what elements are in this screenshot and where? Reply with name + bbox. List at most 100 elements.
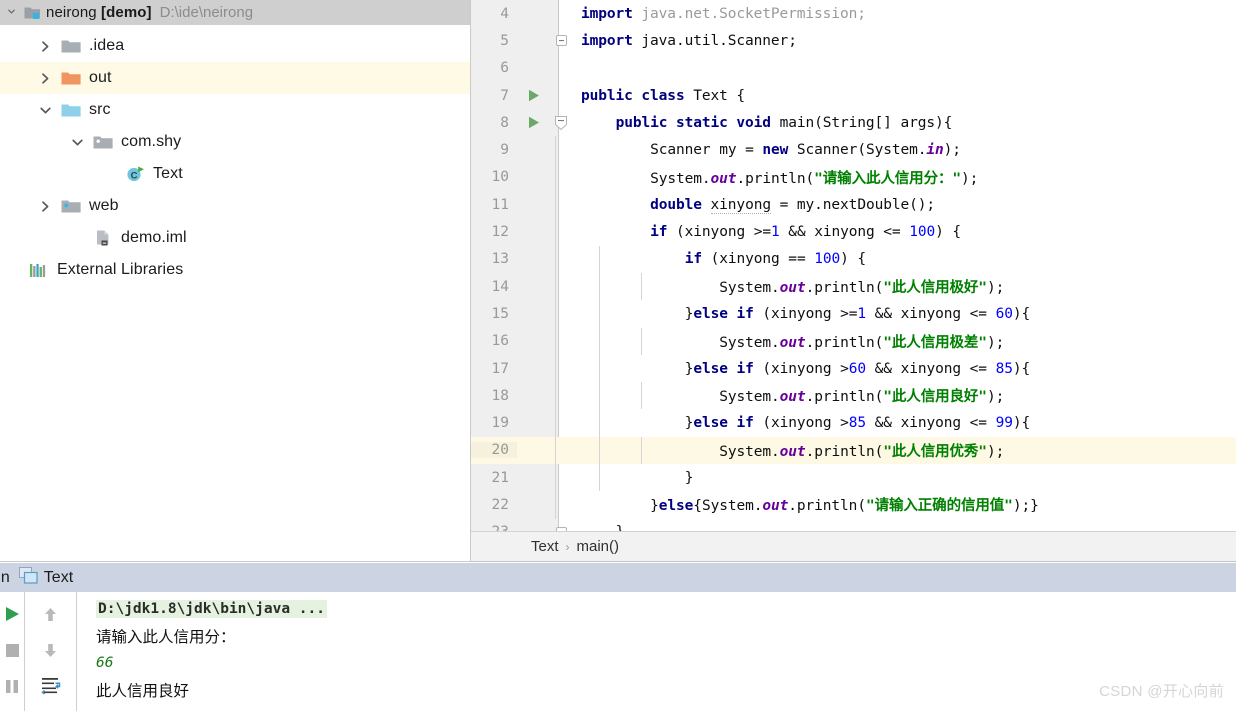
line-number[interactable]: 19 [471, 415, 517, 431]
code-line[interactable]: 7 public class Text { [471, 82, 1236, 109]
code-line[interactable]: 19 }else if (xinyong >85 && xinyong <= 9… [471, 409, 1236, 437]
fold-placeholder [550, 382, 572, 409]
code-text[interactable]: if (xinyong == 100) { [572, 251, 866, 267]
chevron-right-icon[interactable] [32, 62, 58, 94]
code-line[interactable]: 9 Scanner my = new Scanner(System.in); [471, 136, 1236, 164]
code-line[interactable]: 12 if (xinyong >=1 && xinyong <= 100) { [471, 218, 1236, 246]
code-text[interactable]: }else if (xinyong >85 && xinyong <= 99){ [572, 415, 1031, 431]
chevron-right-icon[interactable] [32, 190, 58, 222]
fold-placeholder [550, 136, 572, 163]
code-text[interactable]: System.out.println("此人信用良好"); [572, 385, 1004, 406]
code-text[interactable]: public static void main(String[] args){ [572, 115, 953, 131]
scroll-down-icon[interactable] [39, 632, 63, 668]
code-text[interactable]: System.out.println("请输入此人信用分："); [572, 167, 978, 188]
code-fold-icon[interactable] [550, 27, 572, 54]
line-number[interactable]: 22 [471, 497, 517, 513]
tree-item-text[interactable]: C Text [0, 158, 470, 190]
gutter-run-icon[interactable] [517, 109, 550, 136]
tree-item-label: out [89, 69, 112, 86]
chevron-right-icon[interactable] [32, 30, 58, 62]
project-header-row[interactable]: neirong [demo] D:\ide\neirong [0, 0, 470, 25]
scroll-up-icon[interactable] [39, 596, 63, 632]
line-number[interactable]: 13 [471, 251, 517, 267]
code-line[interactable]: 6 [471, 55, 1236, 82]
run-tab-text[interactable]: Text [18, 566, 74, 589]
line-number[interactable]: 8 [471, 115, 517, 131]
code-text[interactable]: }else if (xinyong >=1 && xinyong <= 60){ [572, 306, 1031, 322]
code-text[interactable]: public class Text { [572, 88, 745, 104]
code-text[interactable]: System.out.println("此人信用极好"); [572, 276, 1004, 297]
tree-item-demo-iml[interactable]: demo.iml [0, 222, 470, 254]
line-number[interactable]: 15 [471, 306, 517, 322]
code-line[interactable]: 15 }else if (xinyong >=1 && xinyong <= 6… [471, 300, 1236, 328]
run-tab-label: Text [43, 568, 74, 586]
line-number[interactable]: 17 [471, 361, 517, 377]
code-fold-icon[interactable] [550, 519, 572, 531]
code-line[interactable]: 22 }else{System.out.println("请输入正确的信用值")… [471, 491, 1236, 519]
code-text[interactable]: }else{System.out.println("请输入正确的信用值");} [572, 494, 1039, 515]
breadcrumb-method[interactable]: main() [577, 538, 620, 555]
gutter-mark-placeholder [517, 328, 550, 355]
code-text[interactable]: import java.util.Scanner; [572, 33, 797, 49]
tree-item-src[interactable]: src [0, 94, 470, 126]
chevron-down-icon[interactable] [64, 126, 90, 158]
code-line[interactable]: 16 System.out.println("此人信用极差"); [471, 327, 1236, 355]
line-number[interactable]: 12 [471, 224, 517, 240]
line-number[interactable]: 21 [471, 470, 517, 486]
run-icon[interactable] [0, 596, 24, 632]
tree-item--idea[interactable]: .idea [0, 30, 470, 62]
line-number[interactable]: 11 [471, 197, 517, 213]
code-editor[interactable]: 4 import java.net.SocketPermission; 5 impor… [471, 0, 1236, 531]
pause-icon[interactable] [0, 668, 24, 704]
code-text[interactable]: System.out.println("此人信用优秀"); [572, 440, 1004, 461]
code-text[interactable]: }else if (xinyong >60 && xinyong <= 85){ [572, 361, 1031, 377]
code-fold-icon[interactable] [550, 109, 572, 136]
line-number[interactable]: 20 [471, 442, 517, 459]
code-line[interactable]: 4 import java.net.SocketPermission; [471, 0, 1236, 27]
tree-item-web[interactable]: web [0, 190, 470, 222]
code-line[interactable]: 17 }else if (xinyong >60 && xinyong <= 8… [471, 354, 1236, 383]
line-number[interactable]: 23 [471, 524, 517, 531]
line-number[interactable]: 18 [471, 388, 517, 404]
line-number[interactable]: 10 [471, 169, 517, 185]
stop-icon[interactable] [0, 632, 24, 668]
tree-item-out[interactable]: out [0, 62, 470, 94]
code-text[interactable]: if (xinyong >=1 && xinyong <= 100) { [572, 224, 961, 240]
line-number[interactable]: 16 [471, 333, 517, 349]
code-line[interactable]: 18 System.out.println("此人信用良好"); [471, 382, 1236, 410]
code-line[interactable]: 21 } [471, 464, 1236, 492]
tree-item-com-shy[interactable]: com.shy [0, 126, 470, 158]
line-number[interactable]: 7 [471, 88, 517, 104]
code-text[interactable]: Scanner my = new Scanner(System.in); [572, 142, 961, 158]
code-line[interactable]: 13 if (xinyong == 100) { [471, 245, 1236, 273]
code-line[interactable]: 14 System.out.println("此人信用极好"); [471, 272, 1236, 301]
code-line[interactable]: 10 System.out.println("请输入此人信用分："); [471, 163, 1236, 192]
code-line[interactable]: 20 System.out.println("此人信用优秀"); [471, 436, 1236, 465]
code-text[interactable]: import java.net.SocketPermission; [572, 6, 866, 22]
console-output[interactable]: D:\jdk1.8\jdk\bin\java ... 请输入此人信用分： 66 此人信… [77, 592, 1236, 711]
tree-item-external-libraries[interactable]: External Libraries [0, 254, 470, 286]
line-number[interactable]: 6 [471, 60, 517, 76]
code-text[interactable]: } [572, 524, 625, 531]
code-line[interactable]: 11 double xinyong = my.nextDouble(); [471, 191, 1236, 219]
code-text[interactable]: } [572, 470, 694, 486]
code-lines[interactable]: 4 import java.net.SocketPermission; 5 impor… [471, 0, 1236, 531]
gutter-run-icon[interactable] [517, 82, 550, 109]
gutter-mark-placeholder [517, 464, 550, 491]
breadcrumb-class[interactable]: Text [531, 538, 559, 555]
line-number[interactable]: 4 [471, 6, 517, 22]
breadcrumb[interactable]: Text › main() [471, 531, 1236, 562]
code-line[interactable]: 23 } [471, 519, 1236, 531]
chevron-down-icon[interactable] [32, 94, 58, 126]
line-number[interactable]: 5 [471, 33, 517, 49]
line-number[interactable]: 14 [471, 279, 517, 295]
code-text[interactable]: System.out.println("此人信用极差"); [572, 331, 1004, 352]
project-collapse-chevron-icon[interactable] [2, 7, 20, 18]
code-line[interactable]: 5 import java.util.Scanner; [471, 27, 1236, 54]
tree-item-label: src [89, 101, 111, 118]
code-text[interactable]: double xinyong = my.nextDouble(); [572, 196, 935, 214]
line-number[interactable]: 9 [471, 142, 517, 158]
soft-wrap-icon[interactable] [39, 668, 63, 704]
code-line[interactable]: 8 public static void main(String[] args)… [471, 109, 1236, 136]
console-line: 此人信用良好 [96, 676, 1236, 703]
